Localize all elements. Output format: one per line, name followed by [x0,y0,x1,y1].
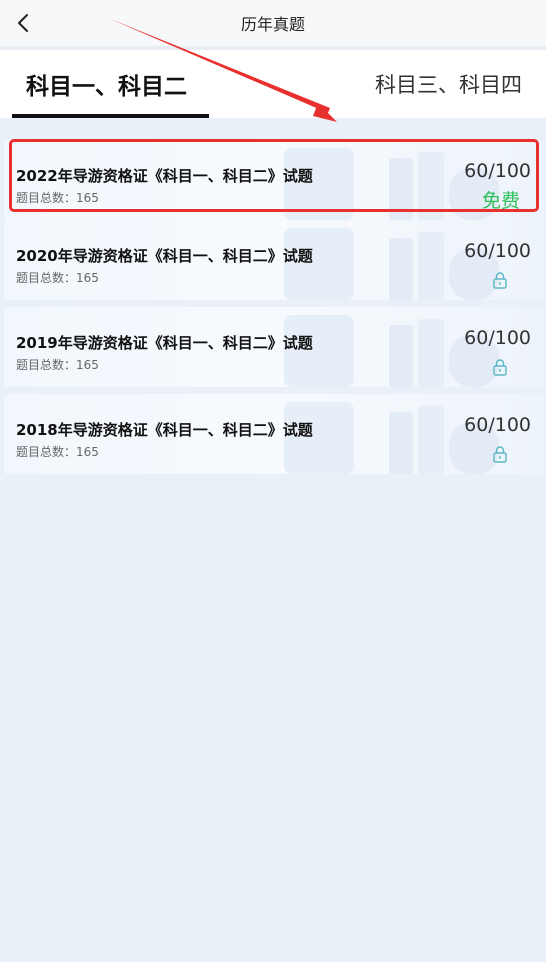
lock-icon [493,446,507,463]
active-tab-indicator [12,114,209,118]
paper-score: 60/100 [464,240,531,262]
paper-title: 2018年导游资格证《科目一、科目二》试题 [16,421,313,439]
lock-icon [493,359,507,376]
page-title: 历年真题 [240,15,305,34]
paper-title: 2019年导游资格证《科目一、科目二》试题 [16,334,313,352]
tab-subject-3-4[interactable]: 科目三、科目四 [375,50,522,118]
question-count-label: 题目总数： [16,445,77,459]
paper-card-2018[interactable]: 2018年导游资格证《科目一、科目二》试题 题目总数：165 60/100 [4,394,544,474]
paper-card-2019[interactable]: 2019年导游资格证《科目一、科目二》试题 题目总数：165 60/100 [4,307,544,387]
question-count: 题目总数：165 [16,269,99,286]
question-count: 题目总数：165 [16,189,99,206]
paper-title: 2022年导游资格证《科目一、科目二》试题 [16,167,313,185]
back-button[interactable] [8,8,38,38]
question-count-label: 题目总数： [16,191,77,205]
paper-card-2022[interactable]: 2022年导游资格证《科目一、科目二》试题 题目总数：165 60/100 免费 [4,140,544,220]
paper-score: 60/100 [464,327,531,349]
question-count-label: 题目总数： [16,358,77,372]
question-count-value: 165 [76,271,99,285]
subject-tabs: 科目一、科目二 科目三、科目四 [0,46,546,118]
paper-card-2020[interactable]: 2020年导游资格证《科目一、科目二》试题 题目总数：165 60/100 [4,220,544,300]
question-count-value: 165 [76,191,99,205]
paper-score: 60/100 [464,160,531,182]
question-count-value: 165 [76,358,99,372]
paper-title: 2020年导游资格证《科目一、科目二》试题 [16,247,313,265]
tab-subject-1-2[interactable]: 科目一、科目二 [26,50,187,118]
lock-icon [493,272,507,289]
question-count-value: 165 [76,445,99,459]
paper-score: 60/100 [464,414,531,436]
chevron-left-icon [18,14,28,32]
nav-header: 历年真题 [0,0,546,46]
question-count-label: 题目总数： [16,271,77,285]
free-badge: 免费 [481,190,520,212]
question-count: 题目总数：165 [16,443,99,460]
question-count: 题目总数：165 [16,356,99,373]
